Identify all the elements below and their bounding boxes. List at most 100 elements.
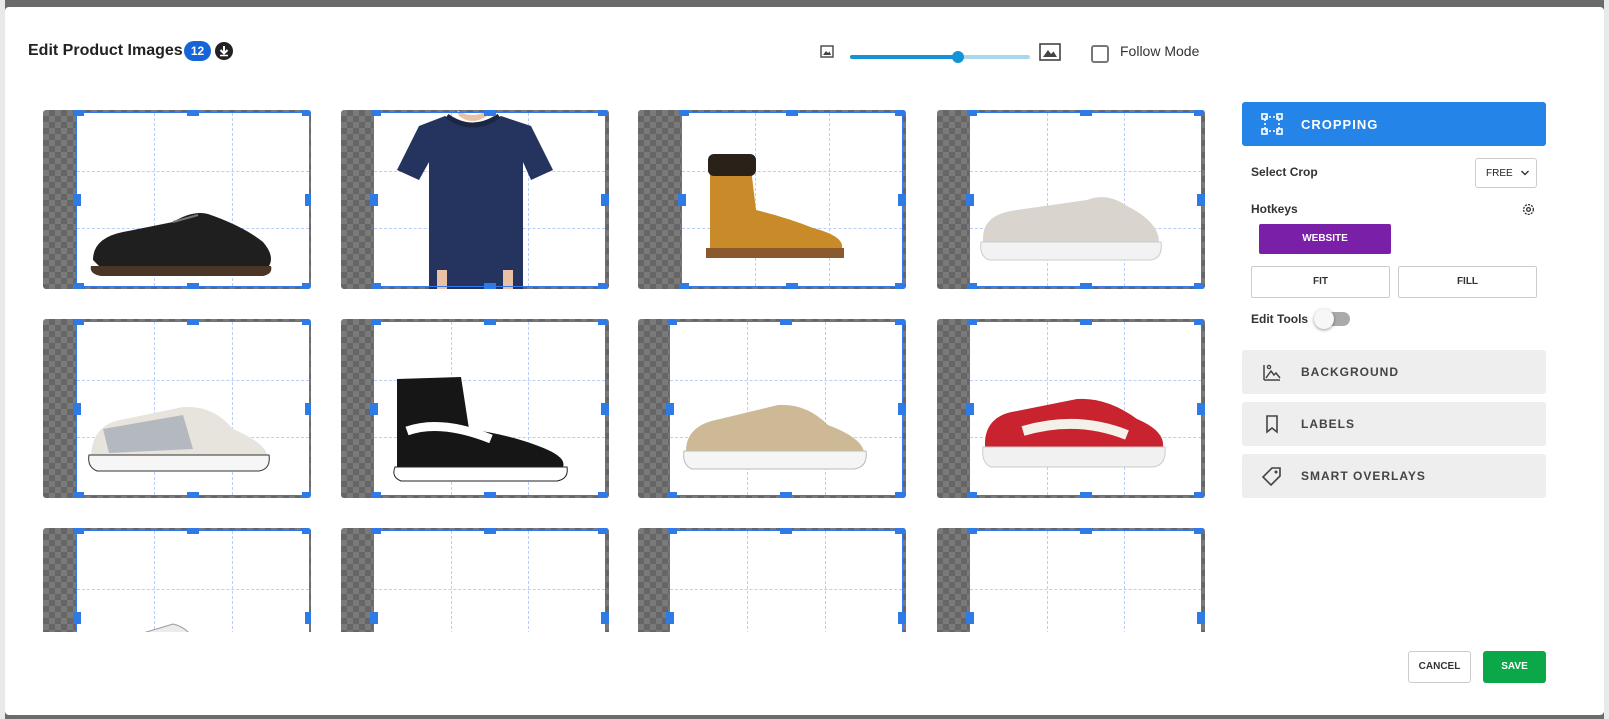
crop-handle[interactable] — [1197, 611, 1205, 624]
crop-handle[interactable] — [1194, 110, 1204, 116]
image-card-white-sneaker[interactable] — [341, 528, 609, 632]
crop-handle[interactable] — [187, 110, 199, 116]
image-card-floral-sneaker[interactable] — [43, 319, 311, 498]
crop-handle[interactable] — [898, 402, 906, 415]
website-hotkey-button[interactable]: WEBSITE — [1259, 224, 1391, 254]
crop-handle[interactable] — [895, 319, 905, 325]
follow-mode-checkbox[interactable] — [1091, 45, 1109, 63]
crop-handle[interactable] — [780, 319, 792, 325]
image-card-navy-tshirt[interactable] — [341, 110, 609, 289]
crop-handle[interactable] — [598, 283, 608, 289]
cancel-button[interactable]: CANCEL — [1408, 651, 1471, 683]
crop-handle[interactable] — [895, 110, 905, 116]
crop-handle[interactable] — [1079, 528, 1092, 534]
crop-handle[interactable] — [1194, 528, 1204, 534]
crop-handle[interactable] — [187, 528, 199, 534]
crop-handle[interactable] — [967, 492, 977, 498]
cropping-tab[interactable]: CROPPING — [1242, 102, 1546, 146]
image-card-red-suede-sneaker[interactable] — [937, 319, 1205, 498]
crop-handle[interactable] — [678, 193, 686, 206]
crop-handle[interactable] — [74, 528, 84, 534]
crop-handle[interactable] — [780, 528, 792, 534]
crop-handle[interactable] — [483, 283, 496, 289]
crop-handle[interactable] — [667, 528, 677, 534]
crop-handle[interactable] — [967, 283, 977, 289]
crop-handle[interactable] — [305, 402, 311, 415]
edit-tools-toggle[interactable] — [1314, 309, 1350, 329]
crop-select[interactable]: FREE — [1475, 158, 1537, 188]
crop-handle[interactable] — [187, 319, 199, 325]
image-small-icon[interactable] — [820, 45, 834, 58]
crop-handle[interactable] — [483, 528, 496, 534]
crop-handle[interactable] — [598, 110, 608, 116]
download-icon[interactable] — [215, 42, 233, 60]
crop-handle[interactable] — [483, 492, 496, 498]
crop-handle[interactable] — [305, 193, 311, 206]
crop-handle[interactable] — [371, 319, 381, 325]
crop-handle[interactable] — [667, 319, 677, 325]
crop-handle[interactable] — [966, 402, 974, 415]
crop-handle[interactable] — [898, 193, 906, 206]
image-card-tan-work-boot[interactable] — [638, 110, 906, 289]
crop-handle[interactable] — [1079, 492, 1092, 498]
crop-handle[interactable] — [483, 110, 496, 116]
crop-handle[interactable] — [371, 492, 381, 498]
image-large-icon[interactable] — [1039, 43, 1061, 61]
crop-handle[interactable] — [895, 492, 905, 498]
crop-handle[interactable] — [305, 611, 311, 624]
crop-handle[interactable] — [967, 110, 977, 116]
crop-handle[interactable] — [966, 193, 974, 206]
crop-handle[interactable] — [598, 528, 608, 534]
background-section[interactable]: BACKGROUND — [1242, 350, 1546, 394]
crop-handle[interactable] — [302, 492, 311, 498]
crop-handle[interactable] — [74, 319, 84, 325]
crop-handle[interactable] — [370, 193, 378, 206]
image-card-blank[interactable] — [638, 528, 906, 632]
crop-handle[interactable] — [898, 611, 906, 624]
image-card-lace-sneaker[interactable] — [43, 528, 311, 632]
image-card-black-high-top[interactable] — [341, 319, 609, 498]
crop-handle[interactable] — [302, 528, 311, 534]
gear-icon[interactable] — [1521, 202, 1536, 217]
fit-button[interactable]: FIT — [1251, 266, 1390, 298]
crop-handle[interactable] — [73, 193, 81, 206]
save-button[interactable]: SAVE — [1483, 651, 1546, 683]
crop-handle[interactable] — [73, 402, 81, 415]
fill-button[interactable]: FILL — [1398, 266, 1537, 298]
crop-handle[interactable] — [371, 528, 381, 534]
image-card-white-sneaker-2[interactable] — [937, 528, 1205, 632]
crop-handle[interactable] — [601, 611, 609, 624]
crop-handle[interactable] — [679, 283, 689, 289]
crop-handle[interactable] — [371, 283, 381, 289]
crop-handle[interactable] — [598, 319, 608, 325]
crop-handle[interactable] — [967, 528, 977, 534]
crop-handle[interactable] — [780, 492, 792, 498]
crop-handle[interactable] — [302, 319, 311, 325]
crop-handle[interactable] — [966, 611, 974, 624]
crop-handle[interactable] — [666, 402, 674, 415]
crop-handle[interactable] — [1194, 492, 1204, 498]
crop-handle[interactable] — [73, 611, 81, 624]
crop-handle[interactable] — [483, 319, 496, 325]
crop-handle[interactable] — [1079, 283, 1092, 289]
crop-handle[interactable] — [1079, 319, 1092, 325]
crop-handle[interactable] — [786, 110, 798, 116]
crop-handle[interactable] — [187, 283, 199, 289]
image-card-black-derby-shoe[interactable] — [43, 110, 311, 289]
labels-section[interactable]: LABELS — [1242, 402, 1546, 446]
crop-handle[interactable] — [666, 611, 674, 624]
crop-handle[interactable] — [967, 319, 977, 325]
crop-handle[interactable] — [1197, 193, 1205, 206]
crop-handle[interactable] — [1197, 402, 1205, 415]
crop-handle[interactable] — [786, 283, 798, 289]
image-card-khaki-sneaker[interactable] — [638, 319, 906, 498]
crop-handle[interactable] — [74, 492, 84, 498]
image-card-white-slip-on[interactable] — [937, 110, 1205, 289]
crop-handle[interactable] — [370, 611, 378, 624]
crop-handle[interactable] — [371, 110, 381, 116]
crop-handle[interactable] — [302, 110, 311, 116]
crop-handle[interactable] — [1194, 283, 1204, 289]
crop-handle[interactable] — [598, 492, 608, 498]
crop-handle[interactable] — [679, 110, 689, 116]
thumbnail-size-slider[interactable] — [850, 50, 1030, 64]
